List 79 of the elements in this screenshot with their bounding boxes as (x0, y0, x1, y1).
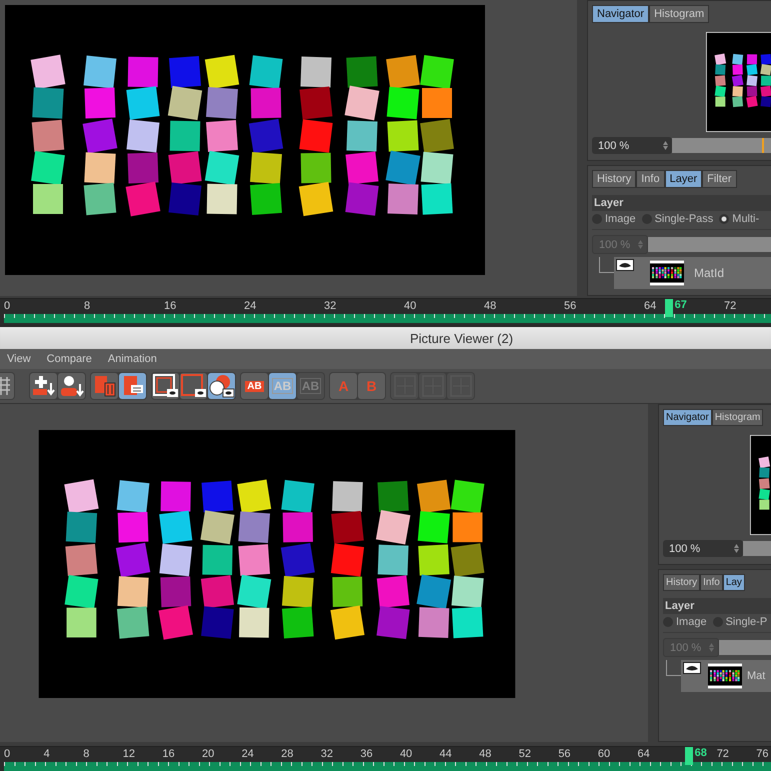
layer-thumbnail-drawing (708, 661, 742, 691)
frame-label: 24 (244, 300, 256, 312)
mode-radio[interactable]: Multi- (719, 213, 760, 225)
frame-b-tool-button[interactable] (180, 373, 207, 399)
mode-radio[interactable]: Image (592, 213, 636, 225)
frame-label: 36 (360, 748, 373, 760)
frame-label: 44 (440, 748, 452, 760)
timeline[interactable]: 0 4 8 12 16 20 24 28 32 36 40 44 48 52 56 60 64 68 72 76 (0, 746, 771, 771)
layer-row[interactable]: Mat (681, 660, 771, 692)
overlap-tool-button[interactable] (208, 373, 235, 399)
delete-tool-button[interactable] (91, 373, 118, 399)
zoom-field[interactable]: 100 % (592, 137, 672, 154)
panel-tab[interactable]: Info (636, 170, 665, 188)
playhead-handle[interactable] (684, 747, 693, 765)
timeline-track[interactable] (4, 314, 771, 323)
frame-label: 28 (281, 748, 294, 760)
frame-label: 16 (164, 300, 176, 312)
timeline-track[interactable] (4, 762, 771, 771)
menu-item[interactable]: View (7, 353, 31, 365)
stepper-icon[interactable] (663, 141, 668, 150)
frame-label: 72 (716, 748, 729, 760)
panel-tab[interactable]: Navigator (592, 5, 650, 23)
frame-label: 40 (404, 300, 416, 312)
panel-tab[interactable]: Lay (722, 574, 745, 591)
eye-icon[interactable] (683, 662, 701, 674)
menu-item[interactable]: Compare (46, 353, 92, 365)
frame-label: 32 (324, 300, 336, 312)
layer-name: MatId (694, 266, 724, 280)
panel-tab[interactable]: Layer (664, 170, 702, 188)
layer-thumbnail-drawing (650, 258, 684, 288)
frame-label: 8 (84, 300, 90, 312)
frame-label: 12 (122, 748, 136, 760)
section-header: Layer (663, 598, 771, 614)
mode-radio[interactable]: Image (663, 616, 707, 628)
frame-label: 52 (518, 748, 531, 760)
panel-tab[interactable]: History (663, 574, 700, 591)
timeline[interactable]: 0 8 16 24 32 40 48 56 64 67 72 (0, 298, 771, 326)
frame-label: 60 (598, 748, 610, 760)
layer-name: Mat (747, 670, 766, 682)
mode-radio[interactable]: Single-Pass (642, 213, 714, 225)
frame-label: 48 (484, 300, 496, 312)
frame-label: 32 (320, 748, 333, 760)
save-tool-button[interactable] (119, 373, 146, 399)
panel-tab[interactable]: History (592, 170, 636, 188)
mode-radio[interactable]: Single-P (712, 616, 768, 628)
frame-label: 64 (644, 300, 656, 312)
frame-label: 56 (558, 748, 571, 760)
frame-label: 40 (400, 748, 412, 760)
frame-a-tool-button[interactable] (152, 373, 179, 399)
frame-label: 64 (638, 748, 650, 760)
stepper-icon[interactable] (709, 643, 714, 652)
eye-icon[interactable] (616, 259, 634, 271)
layer-row[interactable]: MatId (614, 257, 771, 289)
frame-label: 72 (724, 300, 736, 312)
menu-item[interactable]: Animation (108, 353, 157, 365)
frame-label: 56 (564, 300, 576, 312)
panel-tab[interactable]: Filter (702, 170, 737, 188)
panel-tab[interactable]: Navigator (663, 409, 712, 426)
section-header: Layer (592, 195, 771, 211)
frame-label: 48 (479, 748, 492, 760)
frame-label: 0 (4, 748, 10, 760)
frame-label: 24 (242, 748, 254, 760)
add-frame-tool-button[interactable] (30, 373, 57, 399)
panel-tab[interactable]: Histogram (712, 409, 764, 426)
panel-tab[interactable]: Info (700, 574, 723, 591)
frame-label: 76 (756, 748, 769, 760)
frame-label: 16 (162, 748, 175, 760)
stepper-icon[interactable] (638, 240, 643, 249)
frame-label: 4 (44, 748, 50, 760)
frame-label: 8 (83, 748, 90, 760)
playhead-handle[interactable] (664, 299, 673, 317)
ab-split-tool-button[interactable]: AB (241, 373, 268, 399)
stepper-icon[interactable] (734, 544, 739, 553)
frame-label: 0 (4, 300, 10, 312)
window-title: Picture Viewer (2) (410, 330, 514, 346)
user-down-tool-button[interactable] (58, 373, 85, 399)
panel-tab[interactable]: Histogram (649, 5, 710, 23)
frame-label: 20 (202, 748, 214, 760)
zoom-field[interactable]: 100 % (663, 540, 743, 557)
